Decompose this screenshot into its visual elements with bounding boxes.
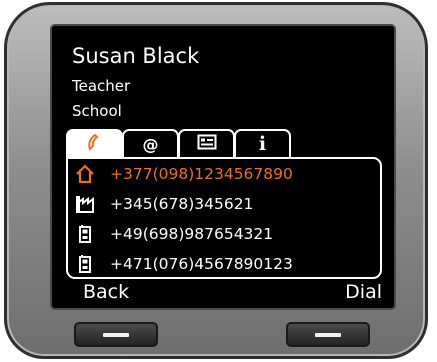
list-item[interactable]: +49(698)987654321 — [68, 219, 380, 248]
detail-tabs: @ i — [52, 129, 394, 159]
dial-softkey-button[interactable] — [286, 322, 370, 347]
contact-company: School — [72, 102, 122, 120]
list-item[interactable]: +345(678)345621 — [68, 189, 380, 218]
softkey-bar-icon — [103, 332, 129, 337]
back-softkey-button[interactable] — [74, 322, 158, 347]
phone-number: +49(698)987654321 — [110, 224, 274, 243]
info-icon: i — [258, 133, 267, 155]
tab-address[interactable] — [178, 129, 235, 157]
mobile-icon — [74, 223, 96, 245]
at-icon: @ — [142, 134, 159, 154]
phone-number: +377(098)1234567890 — [110, 164, 293, 183]
display-screen: Susan Black Teacher School @ i +377(098)… — [52, 26, 394, 308]
home-icon — [74, 163, 96, 185]
office-icon — [74, 193, 96, 215]
number-list: +377(098)1234567890 +345(678)345621 +49(… — [66, 157, 382, 279]
tab-phone[interactable] — [66, 129, 123, 157]
phone-icon — [86, 133, 104, 155]
softkey-bar-icon — [315, 332, 341, 337]
tab-info[interactable]: i — [234, 129, 291, 157]
phone-number: +345(678)345621 — [110, 194, 254, 213]
tab-email[interactable]: @ — [122, 129, 179, 157]
phone-device: Susan Black Teacher School @ i +377(098)… — [4, 2, 428, 359]
list-item[interactable]: +471(076)4567890123 — [68, 249, 380, 278]
softkey-label-back: Back — [83, 281, 130, 303]
card-icon — [197, 134, 217, 154]
list-item[interactable]: +377(098)1234567890 — [68, 159, 380, 188]
phone-number: +471(076)4567890123 — [110, 254, 293, 273]
contact-title: Teacher — [72, 77, 131, 95]
softkey-label-dial: Dial — [345, 281, 382, 303]
contact-name: Susan Black — [72, 44, 200, 68]
mobile-icon — [74, 253, 96, 275]
